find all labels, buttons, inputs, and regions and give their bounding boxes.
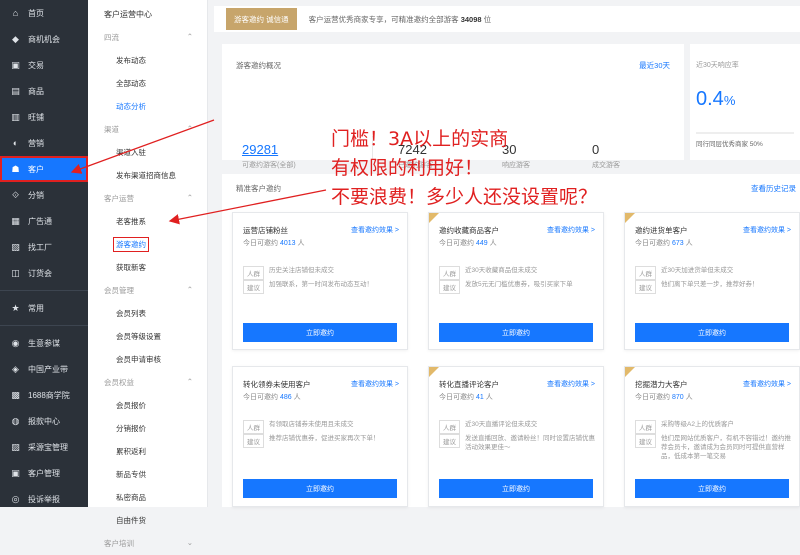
arrow-to-customer-menu [70, 119, 215, 174]
annotation-arrows [70, 119, 327, 225]
arrow-to-visitor-invite [168, 189, 327, 225]
submenu-item[interactable]: 自由件货 [88, 509, 207, 532]
annotation-line-1: 门槛！3A以上的实商 [331, 128, 509, 150]
submenu-group-header[interactable]: 客户培训 ⌄ [88, 532, 207, 555]
annotation-line-2: 有权限的利用好！ [331, 157, 484, 179]
submenu-group-title: 客户培训 [104, 539, 134, 548]
annotation-line-3: 不要浪费！多少人还没设置呢？ [331, 186, 598, 208]
chevron-up-icon: ⌄ [186, 538, 193, 547]
submenu-item-label: 自由件货 [116, 516, 146, 525]
annotation-text: 门槛！3A以上的实商 有权限的利用好！ 不要浪费！多少人还没设置呢？ [331, 125, 597, 212]
